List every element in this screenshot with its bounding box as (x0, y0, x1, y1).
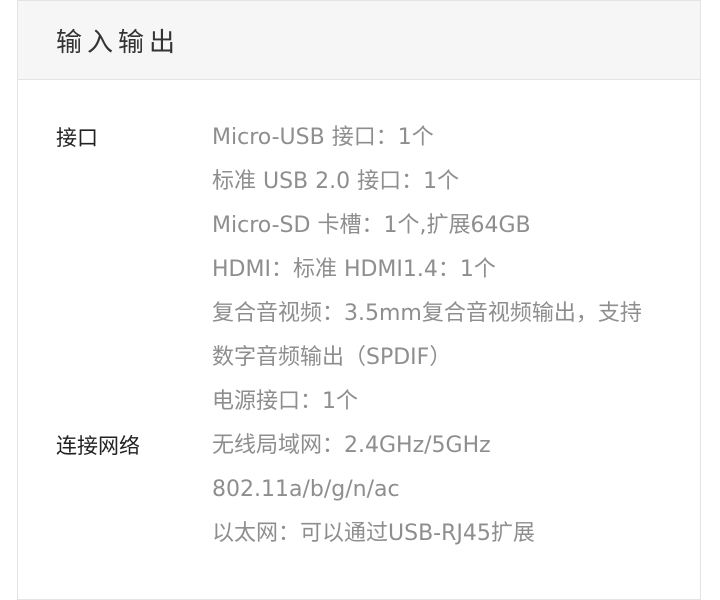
spec-row-network: 连接网络 无线局域网：2.4GHz/5GHz 802.11a/b/g/n/ac … (18, 424, 700, 556)
section-header: 输入输出 (18, 1, 700, 80)
spec-label-interfaces: 接口 (56, 126, 98, 150)
spec-value: 标准 USB 2.0 接口：1个 (212, 169, 460, 194)
spec-value: HDMI：标准 HDMI1.4：1个 (212, 257, 496, 282)
spec-values-interfaces: Micro-USB 接口：1个 标准 USB 2.0 接口：1个 Micro-S… (212, 116, 700, 424)
section-title: 输入输出 (56, 27, 181, 58)
spec-row-interfaces: 接口 Micro-USB 接口：1个 标准 USB 2.0 接口：1个 Micr… (18, 116, 700, 424)
spec-value: 无线局域网：2.4GHz/5GHz (212, 433, 491, 458)
spec-value: Micro-USB 接口：1个 (212, 125, 434, 150)
spec-value: 复合音视频：3.5mm复合音视频输出，支持 (212, 301, 642, 326)
spec-value: Micro-SD 卡槽：1个,扩展64GB (212, 213, 531, 238)
spec-list: 接口 Micro-USB 接口：1个 标准 USB 2.0 接口：1个 Micr… (18, 80, 700, 556)
spec-value: 以太网：可以通过USB-RJ45扩展 (212, 521, 535, 546)
spec-values-network: 无线局域网：2.4GHz/5GHz 802.11a/b/g/n/ac 以太网：可… (212, 424, 700, 556)
spec-value: 数字音频输出（SPDIF） (212, 345, 452, 370)
io-spec-card: 输入输出 接口 Micro-USB 接口：1个 标准 USB 2.0 接口：1个… (17, 0, 701, 600)
spec-value: 802.11a/b/g/n/ac (212, 477, 400, 502)
spec-value: 电源接口：1个 (212, 389, 358, 414)
spec-label-network: 连接网络 (56, 434, 140, 458)
